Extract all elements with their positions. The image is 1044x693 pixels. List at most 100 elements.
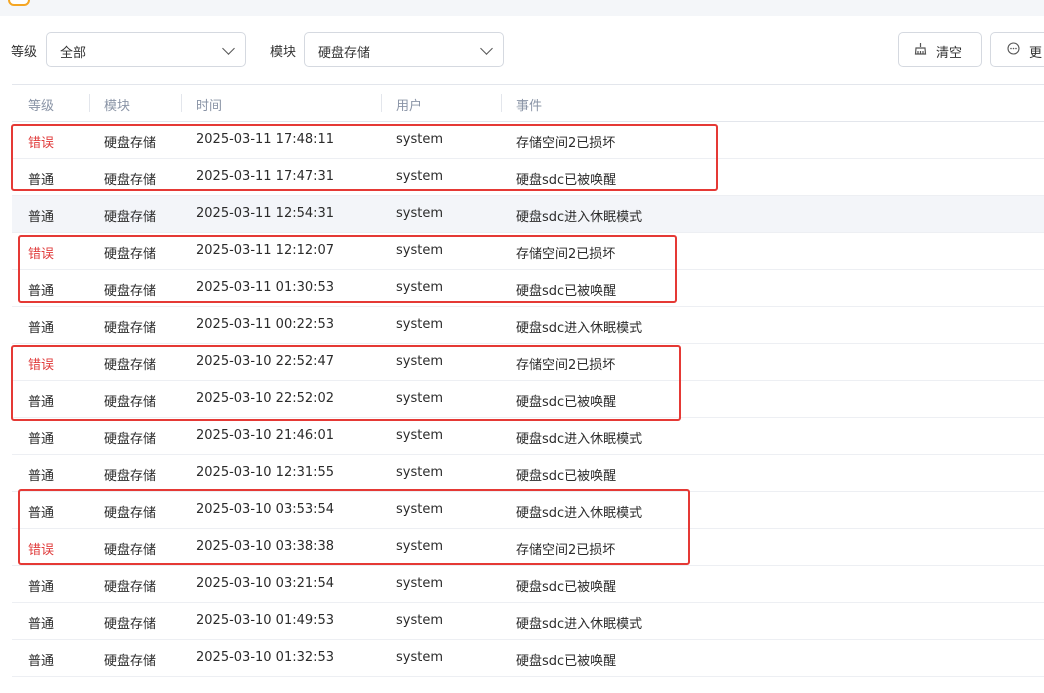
top-toolbar-strip <box>0 0 1044 16</box>
table-row[interactable]: 普通 硬盘存储 2025-03-10 01:32:53 system 硬盘sdc已被唤醒 <box>12 640 1044 677</box>
cell-user: system <box>396 613 443 628</box>
cell-time: 2025-03-10 01:32:53 <box>196 650 335 665</box>
level-filter-label: 等级 <box>11 45 38 60</box>
table-row[interactable]: 普通 硬盘存储 2025-03-11 17:47:31 system 硬盘sdc已被唤醒 <box>12 159 1044 196</box>
cell-event: 硬盘sdc已被唤醒 <box>516 654 617 669</box>
cell-level: 普通 <box>28 506 55 521</box>
filter-bar: 等级 全部 模块 硬盘存储 清空 更 <box>0 31 1044 69</box>
table-row[interactable]: 普通 硬盘存储 2025-03-10 01:49:53 system 硬盘sdc进入休眠… <box>12 603 1044 640</box>
cell-user: system <box>396 539 443 554</box>
cell-time: 2025-03-10 21:46:01 <box>196 428 335 443</box>
cell-module: 硬盘存储 <box>104 136 157 151</box>
more-circle-icon <box>1007 42 1020 59</box>
cell-event: 硬盘sdc进入休眠模式 <box>516 432 643 447</box>
module-select-value: 硬盘存储 <box>318 46 371 61</box>
table-row[interactable]: 错误 硬盘存储 2025-03-11 12:12:07 system 存储空间2已损坏 <box>12 233 1044 270</box>
cell-user: system <box>396 576 443 591</box>
cell-time: 2025-03-10 22:52:02 <box>196 391 335 406</box>
table-row[interactable]: 普通 硬盘存储 2025-03-11 01:30:53 system 硬盘sdc已被唤醒 <box>12 270 1044 307</box>
table-row[interactable]: 错误 硬盘存储 2025-03-10 03:38:38 system 存储空间2已损坏 <box>12 529 1044 566</box>
cell-time: 2025-03-10 12:31:55 <box>196 465 335 480</box>
cell-time: 2025-03-10 03:38:38 <box>196 539 335 554</box>
cell-time: 2025-03-11 12:54:31 <box>196 206 335 221</box>
column-header-level: 等级 <box>28 99 55 114</box>
cell-module: 硬盘存储 <box>104 173 157 188</box>
cell-event: 存储空间2已损坏 <box>516 358 616 373</box>
cell-time: 2025-03-11 12:12:07 <box>196 243 335 258</box>
cell-event: 硬盘sdc已被唤醒 <box>516 469 617 484</box>
cell-module: 硬盘存储 <box>104 395 157 410</box>
cell-level: 错误 <box>28 247 55 262</box>
column-divider <box>501 94 502 112</box>
cell-level: 普通 <box>28 580 55 595</box>
cell-level: 错误 <box>28 358 55 373</box>
cell-event: 硬盘sdc进入休眠模式 <box>516 210 643 225</box>
cell-user: system <box>396 317 443 332</box>
cell-level: 普通 <box>28 469 55 484</box>
cell-module: 硬盘存储 <box>104 321 157 336</box>
cell-user: system <box>396 243 443 258</box>
column-header-event: 事件 <box>516 99 543 114</box>
table-row[interactable]: 普通 硬盘存储 2025-03-11 00:22:53 system 硬盘sdc进入休眠… <box>12 307 1044 344</box>
table-row[interactable]: 普通 硬盘存储 2025-03-10 03:21:54 system 硬盘sdc已被唤醒 <box>12 566 1044 603</box>
cell-event: 存储空间2已损坏 <box>516 136 616 151</box>
cell-time: 2025-03-11 00:22:53 <box>196 317 335 332</box>
cell-module: 硬盘存储 <box>104 284 157 299</box>
table-row[interactable]: 普通 硬盘存储 2025-03-11 12:54:31 system 硬盘sdc进入休眠… <box>12 196 1044 233</box>
cell-level: 普通 <box>28 321 55 336</box>
cell-user: system <box>396 280 443 295</box>
table-row[interactable]: 普通 硬盘存储 2025-03-10 22:52:02 system 硬盘sdc已被唤醒 <box>12 381 1044 418</box>
cell-module: 硬盘存储 <box>104 654 157 669</box>
level-select[interactable]: 全部 <box>46 32 246 67</box>
chevron-down-icon <box>480 42 493 55</box>
chevron-down-icon <box>222 42 235 55</box>
more-button-label: 更 <box>1029 46 1043 61</box>
cell-user: system <box>396 391 443 406</box>
table-body: 错误 硬盘存储 2025-03-11 17:48:11 system 存储空间2已损坏普… <box>12 122 1044 677</box>
cell-event: 硬盘sdc进入休眠模式 <box>516 506 643 521</box>
cell-level: 普通 <box>28 395 55 410</box>
cell-module: 硬盘存储 <box>104 617 157 632</box>
table-row[interactable]: 普通 硬盘存储 2025-03-10 03:53:54 system 硬盘sdc进入休眠… <box>12 492 1044 529</box>
clear-button-label: 清空 <box>936 46 963 61</box>
log-table: 等级 模块 时间 用户 事件 错误 硬盘存储 2025-03-11 17:48:11… <box>12 84 1044 677</box>
column-header-time: 时间 <box>196 99 223 114</box>
table-row[interactable]: 普通 硬盘存储 2025-03-10 21:46:01 system 硬盘sdc进入休眠… <box>12 418 1044 455</box>
cell-user: system <box>396 354 443 369</box>
column-divider <box>381 94 382 112</box>
cell-user: system <box>396 465 443 480</box>
cell-time: 2025-03-11 17:47:31 <box>196 169 335 184</box>
cell-event: 硬盘sdc已被唤醒 <box>516 284 617 299</box>
table-row[interactable]: 错误 硬盘存储 2025-03-11 17:48:11 system 存储空间2已损坏 <box>12 122 1044 159</box>
clear-button[interactable]: 清空 <box>898 32 982 67</box>
column-header-user: 用户 <box>396 99 423 114</box>
cell-event: 存储空间2已损坏 <box>516 247 616 262</box>
cell-time: 2025-03-10 01:49:53 <box>196 613 335 628</box>
cell-user: system <box>396 502 443 517</box>
table-row[interactable]: 普通 硬盘存储 2025-03-10 12:31:55 system 硬盘sdc已被唤醒 <box>12 455 1044 492</box>
level-select-value: 全部 <box>60 46 87 61</box>
cell-module: 硬盘存储 <box>104 210 157 225</box>
cell-level: 错误 <box>28 543 55 558</box>
cell-level: 错误 <box>28 136 55 151</box>
table-row[interactable]: 错误 硬盘存储 2025-03-10 22:52:47 system 存储空间2已损坏 <box>12 344 1044 381</box>
column-header-module: 模块 <box>104 99 131 114</box>
cell-level: 普通 <box>28 173 55 188</box>
cell-event: 存储空间2已损坏 <box>516 543 616 558</box>
more-button[interactable]: 更 <box>990 32 1044 67</box>
cell-user: system <box>396 428 443 443</box>
cell-time: 2025-03-11 17:48:11 <box>196 132 335 147</box>
cell-time: 2025-03-10 03:53:54 <box>196 502 335 517</box>
cell-level: 普通 <box>28 617 55 632</box>
app-icon <box>8 0 30 6</box>
cell-user: system <box>396 650 443 665</box>
cell-level: 普通 <box>28 654 55 669</box>
cell-time: 2025-03-10 22:52:47 <box>196 354 335 369</box>
cell-user: system <box>396 132 443 147</box>
column-divider <box>181 94 182 112</box>
module-select[interactable]: 硬盘存储 <box>304 32 504 67</box>
cell-level: 普通 <box>28 210 55 225</box>
table-header: 等级 模块 时间 用户 事件 <box>12 84 1044 122</box>
cell-level: 普通 <box>28 284 55 299</box>
cell-module: 硬盘存储 <box>104 543 157 558</box>
